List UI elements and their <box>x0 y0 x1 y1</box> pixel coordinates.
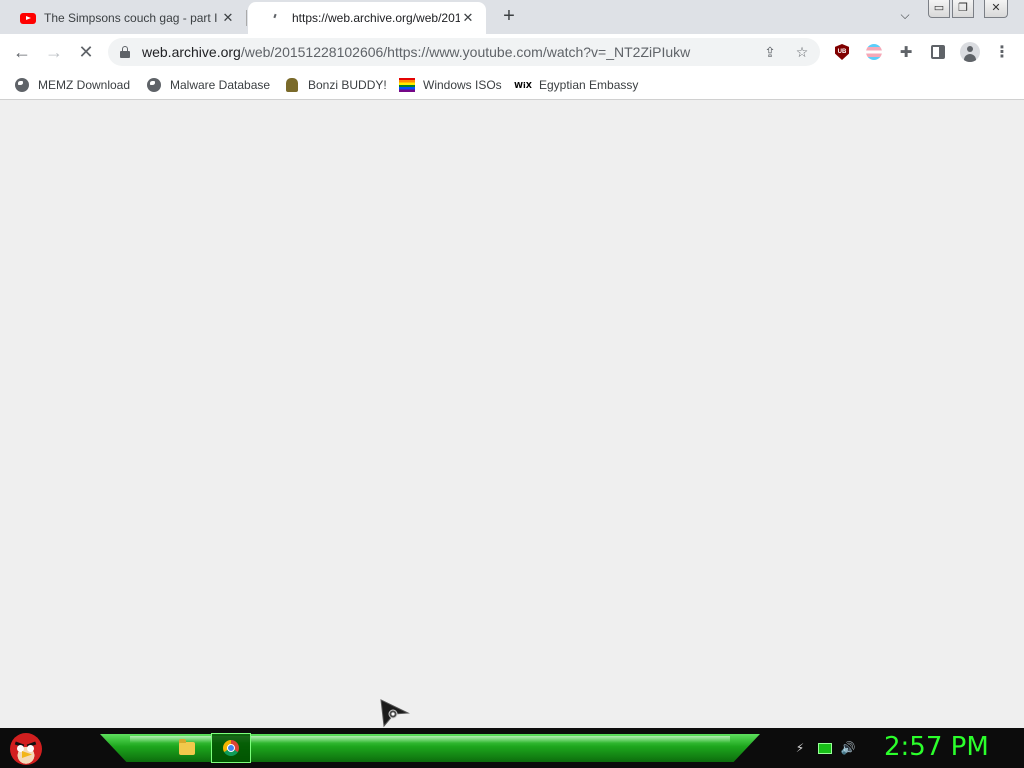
bonzi-icon <box>284 77 300 93</box>
chrome-icon <box>223 740 239 756</box>
wix-icon: WiX <box>514 80 532 90</box>
forward-button[interactable]: → <box>42 40 66 64</box>
close-tab-icon[interactable]: ✕ <box>220 10 236 26</box>
ublock-icon: UB <box>835 44 849 60</box>
tray-network-icon[interactable]: ⚡ <box>792 740 808 756</box>
bookmark-label: Malware Database <box>170 78 271 92</box>
taskbar-chrome[interactable] <box>211 733 251 763</box>
tab-web-archive[interactable]: https://web.archive.org/web/201 ✕ <box>248 2 486 34</box>
tray-monitor-icon[interactable] <box>817 740 833 756</box>
close-tab-icon[interactable]: ✕ <box>460 10 476 26</box>
bookmark-bonzi-buddy[interactable]: Bonzi BUDDY! <box>284 76 387 94</box>
back-button[interactable]: ← <box>10 40 34 64</box>
taskbar: ⚡ 🔊 2:57 PM <box>0 728 1024 768</box>
tray-volume-icon[interactable]: 🔊 <box>840 740 856 756</box>
kebab-menu-icon: ⋮ <box>994 44 1010 61</box>
angry-bird-icon <box>10 733 42 765</box>
bookmark-egyptian-embassy[interactable]: WiX Egyptian Embassy <box>514 76 639 94</box>
globe-icon <box>146 77 162 93</box>
tab-title: https://web.archive.org/web/201 <box>292 11 460 25</box>
bookmark-label: MEMZ Download <box>38 78 131 92</box>
url-host: web.archive.org <box>142 44 241 60</box>
bookmark-memz-download[interactable]: MEMZ Download <box>14 76 130 94</box>
trans-flag-extension-button[interactable] <box>864 42 884 62</box>
address-bar[interactable]: web.archive.org/web/20151228102606/https… <box>108 38 820 66</box>
youtube-icon <box>20 12 36 24</box>
close-window-button[interactable]: ✕ <box>984 0 1008 18</box>
tab-search-chevron-icon[interactable]: ⌵ <box>896 8 914 26</box>
arrow-left-icon: ← <box>13 41 31 62</box>
tab-strip: The Simpsons couch gag - part I ✕ https:… <box>0 0 1024 34</box>
bookmark-windows-isos[interactable]: Windows ISOs <box>399 76 502 94</box>
tab-title: The Simpsons couch gag - part I <box>44 11 218 25</box>
globe-icon <box>14 77 30 93</box>
avatar-icon <box>960 42 980 62</box>
lock-icon[interactable] <box>120 46 130 58</box>
side-panel-icon <box>931 45 945 59</box>
minimize-button[interactable]: ▭ <box>928 0 950 18</box>
arrow-right-icon: → <box>45 41 63 62</box>
trans-flag-icon <box>866 44 882 60</box>
share-icon[interactable]: ⇪ <box>760 42 780 62</box>
bookmark-label: Bonzi BUDDY! <box>308 78 387 92</box>
folder-icon <box>179 738 195 755</box>
start-button[interactable] <box>6 729 46 767</box>
bookmark-malware-database[interactable]: Malware Database <box>146 76 270 94</box>
page-content[interactable] <box>0 101 1024 728</box>
star-bookmark-icon[interactable]: ☆ <box>792 42 812 62</box>
side-panel-button[interactable] <box>928 42 948 62</box>
tab-simpsons[interactable]: The Simpsons couch gag - part I ✕ <box>0 2 246 34</box>
new-tab-button[interactable]: + <box>498 6 520 27</box>
close-icon: ✕ <box>78 41 94 62</box>
tab-separator <box>246 10 247 26</box>
bookmark-label: Egyptian Embassy <box>539 78 639 92</box>
profile-button[interactable] <box>960 42 980 62</box>
bookmarks-bar: MEMZ Download Malware Database Bonzi BUD… <box>0 70 1024 100</box>
taskbar-clock[interactable]: 2:57 PM <box>884 732 989 762</box>
bookmark-label: Windows ISOs <box>423 78 502 92</box>
restore-button[interactable]: ❐ <box>952 0 974 18</box>
url-path: /web/20151228102606/https://www.youtube.… <box>240 44 691 60</box>
url-text[interactable]: web.archive.org/web/20151228102606/https… <box>142 44 690 60</box>
extensions-button[interactable]: ✚ <box>896 42 916 62</box>
puzzle-icon: ✚ <box>899 44 913 61</box>
ublock-extension-button[interactable]: UB <box>832 42 852 62</box>
stop-loading-button[interactable]: ✕ <box>74 40 98 64</box>
browser-toolbar: ← → ✕ web.archive.org/web/20151228102606… <box>0 34 1024 70</box>
mouse-cursor-icon <box>380 699 410 728</box>
rainbow-flag-icon <box>399 77 415 93</box>
loading-icon <box>268 10 284 26</box>
menu-button[interactable]: ⋮ <box>992 42 1012 62</box>
taskbar-file-explorer[interactable] <box>167 733 207 763</box>
